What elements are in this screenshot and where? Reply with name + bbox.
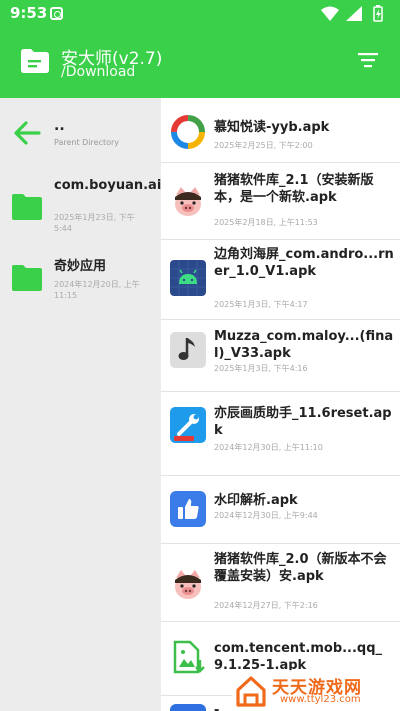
file-name: 慕知悦读-yyb.apk [214, 120, 330, 135]
app-header: 安大师(v2.7) /Download [0, 28, 400, 98]
directory-date: 2025年1月23日, 下午5:44 [54, 213, 135, 233]
file-name: com.tencent.mob...qq_9.1.25-1.apk [214, 641, 383, 673]
sort-icon[interactable] [356, 51, 380, 69]
back-arrow-icon [14, 121, 41, 145]
file-date: 2024年12月27日, 下午2:16 [214, 601, 318, 610]
image-download-icon [173, 640, 205, 674]
directory-date: 2024年12月20日, 上午11:15 [54, 280, 140, 300]
thumbs-up-icon [170, 491, 206, 527]
music-note-icon [170, 332, 206, 368]
file-item[interactable]: 猪猪软件库_2.0（新版本不会覆盖安装）安.apk 2024年12月27日, 下… [161, 544, 400, 622]
site-watermark: 天天游戏网 www.ttyl23.com [232, 670, 400, 711]
battery-icon [373, 5, 383, 22]
file-item[interactable]: Muzza_com.maloy...(final)_V33.apk 2025年1… [161, 320, 400, 392]
file-item[interactable]: 水印解析.apk 2024年12月30日, 上午9:44 [161, 476, 400, 544]
folder-icon [12, 194, 42, 220]
status-icons [321, 5, 383, 22]
file-item[interactable]: 边角刘海屏_com.andro...rner_1.0_V1.apk 2025年1… [161, 240, 400, 320]
file-item[interactable]: 亦辰画质助手_11.6reset.apk 2024年12月30日, 上午11:1… [161, 392, 400, 476]
folder-icon [12, 265, 42, 291]
file-date: 2025年2月18日, 上午11:53 [214, 218, 318, 227]
file-name: 猪猪软件库_2.0（新版本不会覆盖安装）安.apk [214, 552, 387, 584]
parent-dots: .. [54, 118, 65, 134]
wrench-icon [170, 407, 206, 443]
file-date: 2025年1月3日, 下午4:16 [214, 364, 308, 373]
file-item[interactable]: 猪猪软件库_2.1（安装新版本，是一个新软.apk 2025年2月18日, 上午… [161, 163, 400, 240]
status-bar: 9:53 [0, 0, 400, 28]
file-name: 猪猪软件库_2.1（安装新版本，是一个新软.apk [214, 173, 374, 205]
file-name: 水印解析.apk [214, 493, 298, 508]
directory-item[interactable]: com.boyuan.ai.book 2025年1月23日, 下午5:44 [0, 170, 203, 260]
parent-directory-label: Parent Directory [54, 138, 120, 147]
pig-icon [175, 187, 201, 216]
file-date: 2025年2月25日, 下午2:00 [214, 141, 313, 150]
file-name: 亦辰画质助手_11.6reset.apk [214, 406, 392, 438]
file-date: 2024年12月30日, 上午11:10 [214, 443, 323, 452]
status-time: 9:53 [10, 4, 48, 22]
file-date: 2024年12月30日, 上午9:44 [214, 511, 318, 520]
current-path: /Download [61, 64, 136, 80]
watermark-url: www.ttyl23.com [280, 694, 361, 705]
parent-directory-row[interactable]: .. Parent Directory [0, 98, 161, 168]
directory-panel: .. Parent Directory com.boyuan.ai.book 2… [0, 98, 203, 711]
file-list: 慕知悦读-yyb.apk 2025年2月25日, 下午2:00 猪猪软件库_2.… [161, 98, 400, 711]
pig-icon [175, 570, 201, 599]
file-date: 2025年1月3日, 下午4:17 [214, 300, 308, 309]
file-name: 边角刘海屏_com.andro...rner_1.0_V1.apk [214, 247, 394, 279]
notification-app-icon [50, 7, 63, 20]
wifi-icon [321, 6, 339, 21]
signal-icon [346, 6, 362, 21]
file-name: Muzza_com.maloy...(final)_V33.apk [214, 329, 394, 361]
pen-icon [170, 704, 206, 711]
directory-item[interactable]: 奇妙应用 2024年12月20日, 上午11:15 [0, 248, 161, 338]
watermark-logo-icon [236, 676, 266, 707]
folder-icon [21, 49, 49, 73]
directory-name: com.boyuan.ai.book [54, 178, 203, 193]
file-item[interactable]: 慕知悦读-yyb.apk 2025年2月25日, 下午2:00 [161, 98, 400, 163]
directory-name: 奇妙应用 [54, 259, 107, 274]
android-icon [170, 260, 206, 296]
colorful-circle-icon [171, 115, 205, 149]
